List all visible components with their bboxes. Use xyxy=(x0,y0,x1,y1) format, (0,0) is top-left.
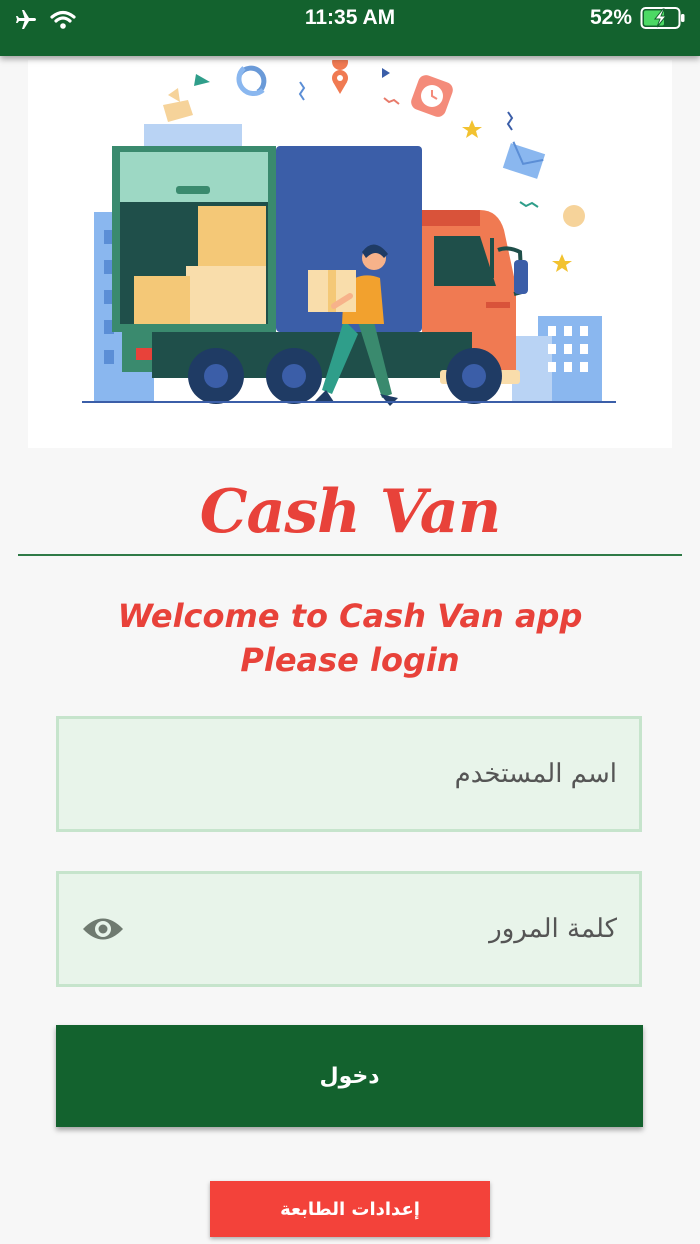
refresh-icon xyxy=(236,65,267,96)
welcome-line-2: Please login xyxy=(240,641,460,679)
triangle-icon xyxy=(194,74,210,86)
printer-settings-button[interactable]: إعدادات الطابعة xyxy=(210,1181,490,1237)
title-divider xyxy=(18,554,682,556)
welcome-message: Welcome to Cash Van app Please login xyxy=(0,594,700,682)
password-input[interactable] xyxy=(129,874,619,984)
status-bar: 11:35 AM 52% xyxy=(0,0,700,56)
username-input[interactable] xyxy=(129,719,619,829)
login-screen: 11:35 AM 52% Cash Van Welcome to Cash Va… xyxy=(0,0,700,1244)
battery-percent: 52% xyxy=(589,6,632,29)
login-button[interactable]: دخول xyxy=(56,1025,643,1127)
squiggle-icon-3 xyxy=(506,111,514,131)
star-icon xyxy=(462,120,482,138)
squiggle-icon-2 xyxy=(383,97,400,105)
battery-charging-icon xyxy=(640,7,685,29)
eye-icon[interactable] xyxy=(81,914,125,944)
location-pin-icon xyxy=(332,60,348,94)
welcome-line-1: Welcome to Cash Van app xyxy=(117,597,583,635)
clock-icon xyxy=(411,75,453,117)
thumbs-up-icon xyxy=(163,88,193,122)
play-icon xyxy=(382,68,390,78)
star-icon-2 xyxy=(552,254,572,272)
status-right: 52% xyxy=(590,6,686,30)
smiley-icon xyxy=(563,205,585,227)
app-brand-title: Cash Van xyxy=(199,477,501,547)
username-field[interactable] xyxy=(56,716,642,832)
squiggle-icon-4 xyxy=(519,201,539,208)
password-field[interactable] xyxy=(56,871,642,987)
squiggle-icon xyxy=(298,81,306,101)
mail-icon xyxy=(502,141,546,179)
delivery-truck-illustration xyxy=(28,60,672,448)
